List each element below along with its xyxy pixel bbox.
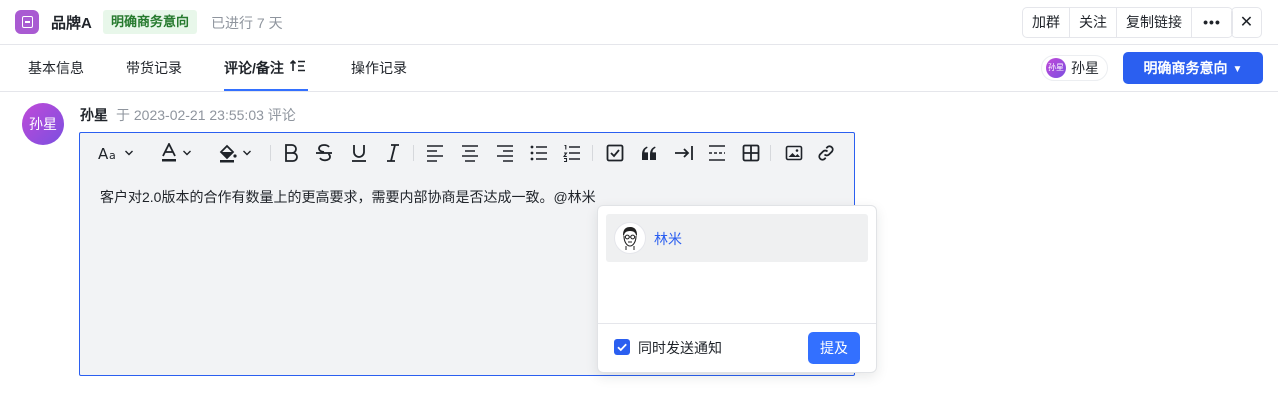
toolbar-divider [413, 145, 414, 161]
mention-submit-button[interactable]: 提及 [808, 332, 860, 364]
align-right-icon[interactable] [496, 142, 514, 164]
toolbar-divider [770, 145, 771, 161]
avatar: 孙星 [22, 103, 64, 145]
image-icon[interactable] [785, 142, 803, 164]
font-size-icon[interactable]: Aa [98, 142, 134, 164]
comment-timestamp: 于 2023-02-21 23:55:03 评论 [116, 107, 296, 123]
header-action-group: 加群 关注 复制链接 ••• [1022, 7, 1233, 38]
underline-icon[interactable] [350, 142, 368, 164]
progress-text: 已进行 7 天 [211, 15, 283, 31]
more-icon[interactable]: ••• [1192, 8, 1232, 37]
tab-sales-records[interactable]: 带货记录 [126, 45, 182, 91]
active-tab-indicator [224, 89, 308, 91]
page-title: 品牌A [51, 15, 92, 32]
svg-text:A: A [98, 145, 109, 162]
align-center-icon[interactable] [461, 142, 479, 164]
avatar [614, 222, 646, 254]
status-badge: 明确商务意向 [103, 10, 198, 34]
follow-button[interactable]: 关注 [1070, 8, 1117, 37]
bullet-list-icon[interactable] [530, 142, 548, 164]
tab-operation-log[interactable]: 操作记录 [351, 45, 407, 91]
divider-icon[interactable] [708, 142, 726, 164]
owner-chip[interactable]: 孙星 孙星 [1041, 55, 1108, 81]
caret-down-icon: ▼ [1232, 64, 1243, 75]
header-bar: 品牌A 明确商务意向 已进行 7 天 加群 关注 复制链接 ••• ✕ [0, 0, 1278, 45]
numbered-list-icon[interactable] [563, 142, 581, 164]
highlight-icon[interactable] [218, 142, 252, 164]
strikethrough-icon[interactable] [315, 142, 333, 164]
checkbox-icon[interactable] [606, 142, 624, 164]
sort-icon[interactable] [289, 45, 306, 91]
join-group-button[interactable]: 加群 [1023, 8, 1070, 37]
svg-text:a: a [109, 149, 116, 162]
notify-checkbox[interactable] [614, 339, 630, 355]
tab-comments[interactable]: 评论/备注 [224, 45, 308, 91]
comment-author: 孙星 [80, 107, 108, 123]
align-left-icon[interactable] [426, 142, 444, 164]
stage-dropdown-button[interactable]: 明确商务意向 ▼ [1123, 52, 1263, 84]
toolbar-divider [270, 145, 271, 161]
notify-label[interactable]: 同时发送通知 [638, 338, 722, 358]
owner-name: 孙星 [1071, 60, 1099, 76]
table-icon[interactable] [742, 142, 760, 164]
text-color-icon[interactable] [160, 142, 192, 164]
link-icon[interactable] [817, 142, 835, 164]
comment-meta: 孙星于 2023-02-21 23:55:03 评论 [80, 105, 296, 125]
mention-popup-footer: 同时发送通知 提及 [598, 323, 876, 372]
mention-user-item[interactable]: 林米 [606, 214, 868, 262]
tab-basic-info[interactable]: 基本信息 [28, 45, 84, 91]
mention-user-name: 林米 [654, 231, 682, 247]
indent-icon[interactable] [674, 142, 694, 164]
tab-bar: 基本信息 带货记录 评论/备注 操作记录 孙星 孙星 明确商务意向 ▼ [0, 45, 1278, 92]
italic-icon[interactable] [384, 142, 402, 164]
close-button[interactable]: ✕ [1231, 7, 1262, 38]
copy-link-button[interactable]: 复制链接 [1117, 8, 1192, 37]
bold-icon[interactable] [282, 142, 300, 164]
editor-toolbar: Aa [80, 133, 854, 173]
quote-icon[interactable] [640, 142, 658, 164]
comment-content[interactable]: 客户对2.0版本的合作有数量上的更高要求，需要内部协商是否达成一致。@林米 [100, 187, 596, 207]
mention-popup: 林米 同时发送通知 提及 [597, 205, 877, 373]
record-type-icon [15, 10, 39, 34]
toolbar-divider [592, 145, 593, 161]
avatar: 孙星 [1046, 58, 1066, 78]
